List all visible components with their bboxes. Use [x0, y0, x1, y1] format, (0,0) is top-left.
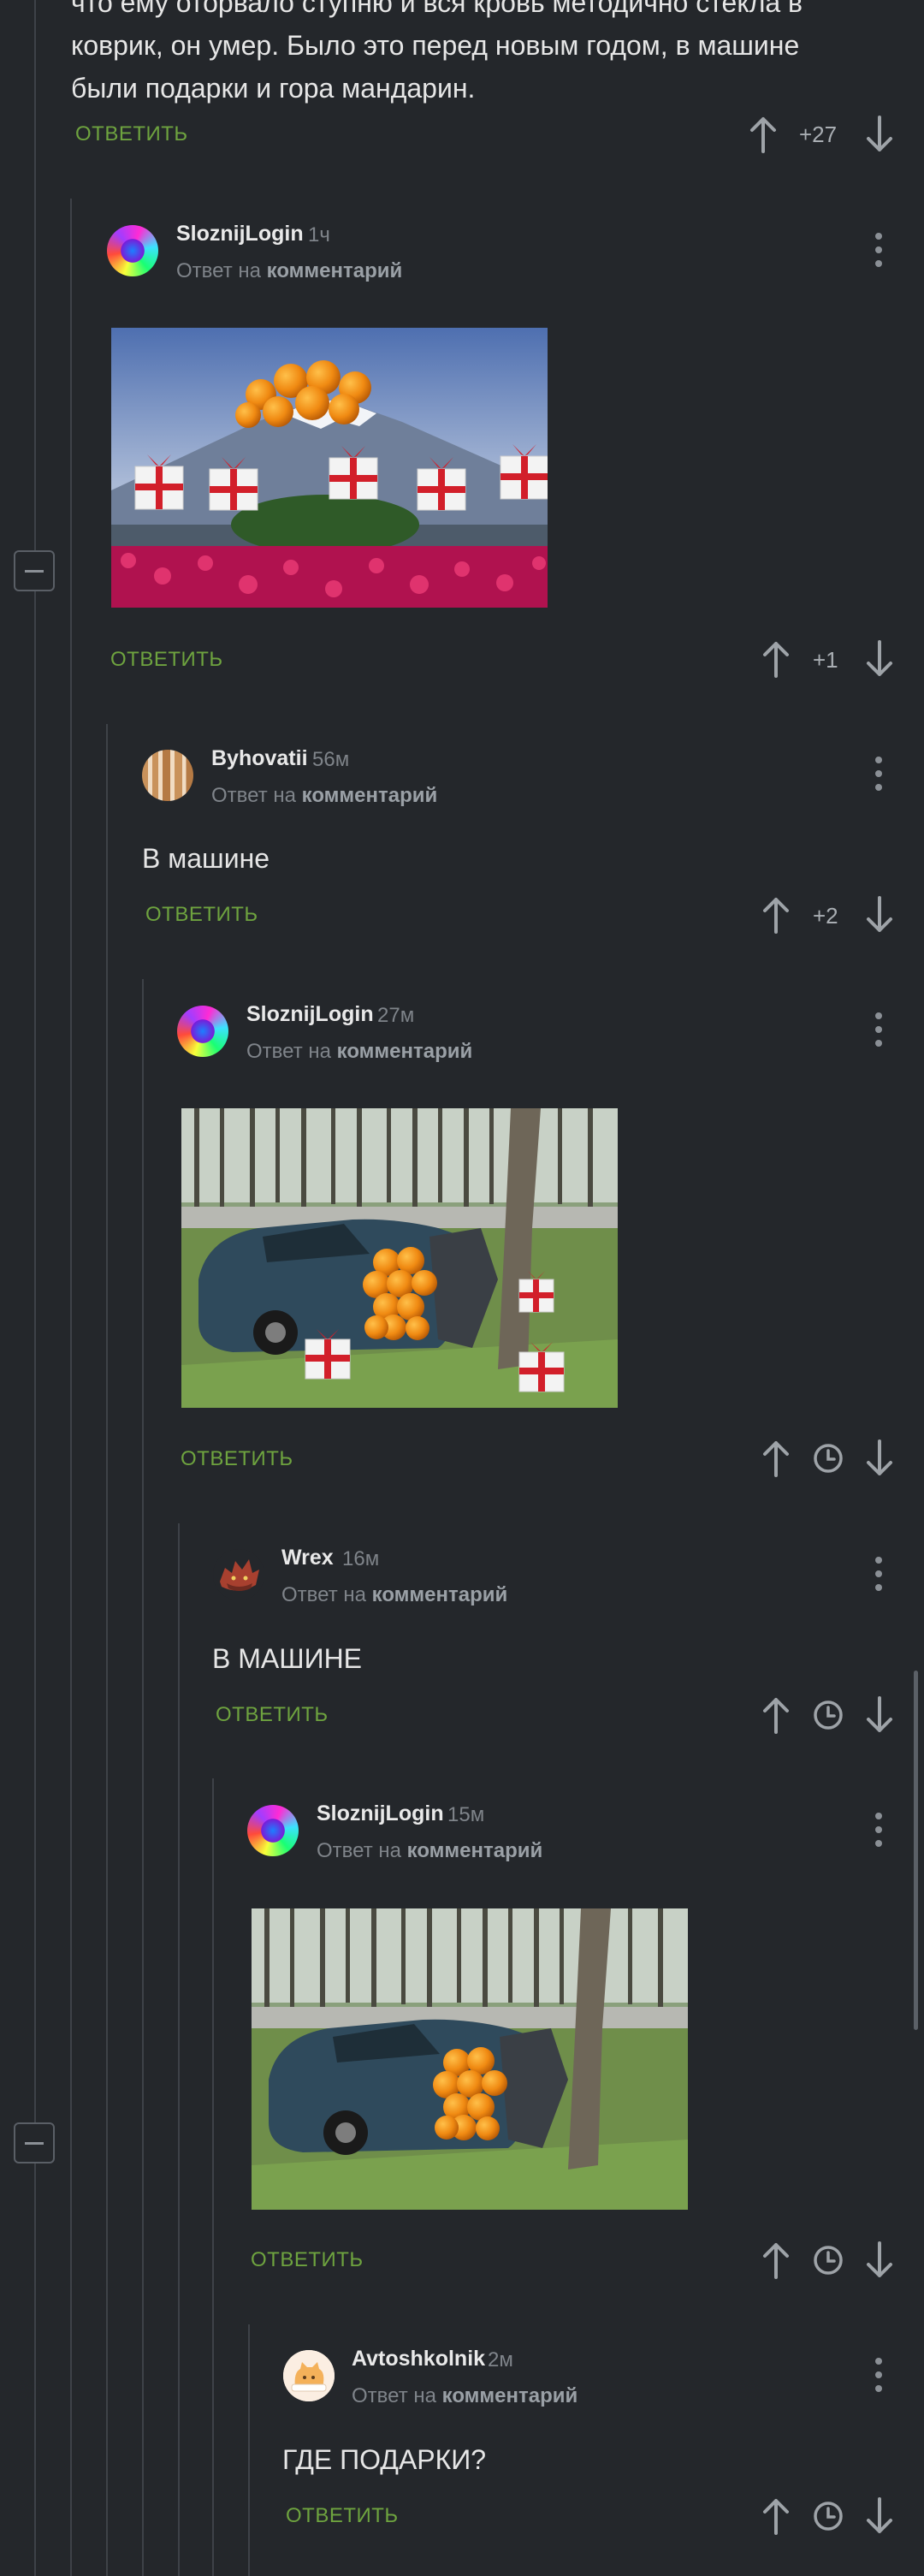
more-options-icon[interactable]	[873, 231, 883, 269]
avatar[interactable]	[177, 1006, 228, 1057]
downvote-icon[interactable]	[864, 640, 895, 678]
downvote-icon[interactable]	[864, 896, 895, 934]
comment-time: 16м	[342, 1547, 380, 1570]
upvote-icon[interactable]	[748, 116, 779, 153]
avatar[interactable]	[142, 750, 193, 801]
reply-to-link[interactable]: комментарий	[302, 784, 438, 807]
reply-to-info: Ответ на комментарий	[317, 1839, 542, 1863]
comment-body: что ему оторвало ступню и вся кровь мето…	[71, 0, 892, 110]
avatar[interactable]	[107, 225, 158, 276]
more-options-icon[interactable]	[873, 1811, 883, 1849]
reply-to-link[interactable]: комментарий	[372, 1583, 508, 1606]
reply-button[interactable]: ОТВЕТИТЬ	[181, 1447, 293, 1471]
avatar[interactable]	[247, 1805, 299, 1856]
more-options-icon[interactable]	[873, 1011, 883, 1048]
thread-line-6[interactable]	[212, 1778, 214, 2576]
author-name[interactable]: SloznijLogin	[317, 1801, 444, 1826]
comment-time: 15м	[447, 1803, 485, 1826]
reply-button[interactable]: ОТВЕТИТЬ	[75, 122, 188, 146]
scrollbar-thumb[interactable]	[914, 1671, 918, 2030]
reply-to-prefix: Ответ на	[281, 1583, 366, 1606]
reply-button[interactable]: ОТВЕТИТЬ	[110, 648, 223, 672]
author-name[interactable]: SloznijLogin	[176, 222, 304, 246]
upvote-icon[interactable]	[761, 2497, 791, 2535]
thread-line-5[interactable]	[178, 1523, 180, 2576]
downvote-icon[interactable]	[864, 1439, 895, 1477]
comment-text-line: коврик, он умер. Было это перед новым го…	[71, 30, 800, 61]
reply-to-info: Ответ на комментарий	[211, 784, 437, 808]
more-options-icon[interactable]	[873, 1555, 883, 1593]
reply-button[interactable]: ОТВЕТИТЬ	[216, 1703, 329, 1727]
upvote-icon[interactable]	[761, 896, 791, 934]
downvote-icon[interactable]	[864, 1696, 895, 1734]
clock-icon	[814, 1444, 843, 1473]
reply-to-link[interactable]: комментарий	[442, 2384, 578, 2407]
reply-button[interactable]: ОТВЕТИТЬ	[145, 903, 258, 927]
reply-to-prefix: Ответ на	[352, 2384, 436, 2407]
comment-time: 1ч	[308, 223, 330, 246]
reply-to-info: Ответ на комментарий	[281, 1583, 507, 1607]
rating-value: +2	[813, 903, 838, 929]
reply-to-prefix: Ответ на	[246, 1040, 331, 1063]
thread-line-1[interactable]	[34, 0, 36, 2576]
comment-text-line: были подарки и гора мандарин.	[71, 73, 476, 104]
comment-time: 56м	[312, 748, 350, 771]
comment-time: 2м	[488, 2348, 513, 2371]
comment-text-line: что ему оторвало ступню и вся кровь мето…	[71, 0, 803, 18]
oranges-mountain-gifts-image[interactable]	[111, 328, 548, 608]
reply-to-prefix: Ответ на	[211, 784, 296, 807]
avatar[interactable]	[213, 1549, 264, 1600]
upvote-icon[interactable]	[761, 1696, 791, 1734]
author-name[interactable]: Avtoshkolnik	[352, 2347, 485, 2371]
upvote-icon[interactable]	[761, 640, 791, 678]
rating-value: +27	[799, 122, 838, 147]
clock-icon	[814, 2502, 843, 2531]
clock-icon	[814, 1701, 843, 1730]
reply-to-prefix: Ответ на	[317, 1839, 401, 1862]
reply-to-info: Ответ на комментарий	[176, 259, 402, 283]
author-name[interactable]: Wrex	[281, 1546, 334, 1570]
thread-line-7[interactable]	[248, 2324, 250, 2576]
reply-to-link[interactable]: комментарий	[337, 1040, 473, 1063]
thread-line-4[interactable]	[142, 979, 144, 2576]
upvote-icon[interactable]	[761, 1439, 791, 1477]
reply-to-info: Ответ на комментарий	[246, 1040, 472, 1064]
downvote-icon[interactable]	[864, 116, 895, 153]
downvote-icon[interactable]	[864, 2497, 895, 2535]
comment-time: 27м	[377, 1004, 415, 1027]
comment-thread-page: что ему оторвало ступню и вся кровь мето…	[0, 0, 924, 2576]
rating-value: +1	[813, 647, 838, 673]
collapse-thread-button[interactable]	[14, 2122, 55, 2163]
comment-text: ГДЕ ПОДАРКИ?	[282, 2444, 487, 2475]
author-name[interactable]: SloznijLogin	[246, 1002, 374, 1027]
avatar[interactable]	[283, 2350, 335, 2401]
comment-text: В машине	[142, 843, 270, 874]
reply-button[interactable]: ОТВЕТИТЬ	[251, 2248, 364, 2272]
thread-line-2[interactable]	[70, 199, 72, 2576]
reply-to-link[interactable]: комментарий	[267, 259, 403, 282]
comment-text: В МАШИНЕ	[212, 1643, 363, 1674]
more-options-icon[interactable]	[873, 2356, 883, 2394]
reply-to-info: Ответ на комментарий	[352, 2384, 578, 2408]
collapse-thread-button[interactable]	[14, 550, 55, 591]
reply-button[interactable]: ОТВЕТИТЬ	[286, 2504, 399, 2528]
downvote-icon[interactable]	[864, 2241, 895, 2279]
clock-icon	[814, 2246, 843, 2275]
author-name[interactable]: Byhovatii	[211, 746, 308, 771]
reply-to-link[interactable]: комментарий	[407, 1839, 543, 1862]
reply-to-prefix: Ответ на	[176, 259, 261, 282]
thread-line-3[interactable]	[106, 724, 108, 2576]
upvote-icon[interactable]	[761, 2241, 791, 2279]
crashed-car-oranges-image[interactable]	[252, 1908, 688, 2210]
more-options-icon[interactable]	[873, 755, 883, 792]
crashed-car-oranges-gifts-image[interactable]	[181, 1108, 618, 1408]
